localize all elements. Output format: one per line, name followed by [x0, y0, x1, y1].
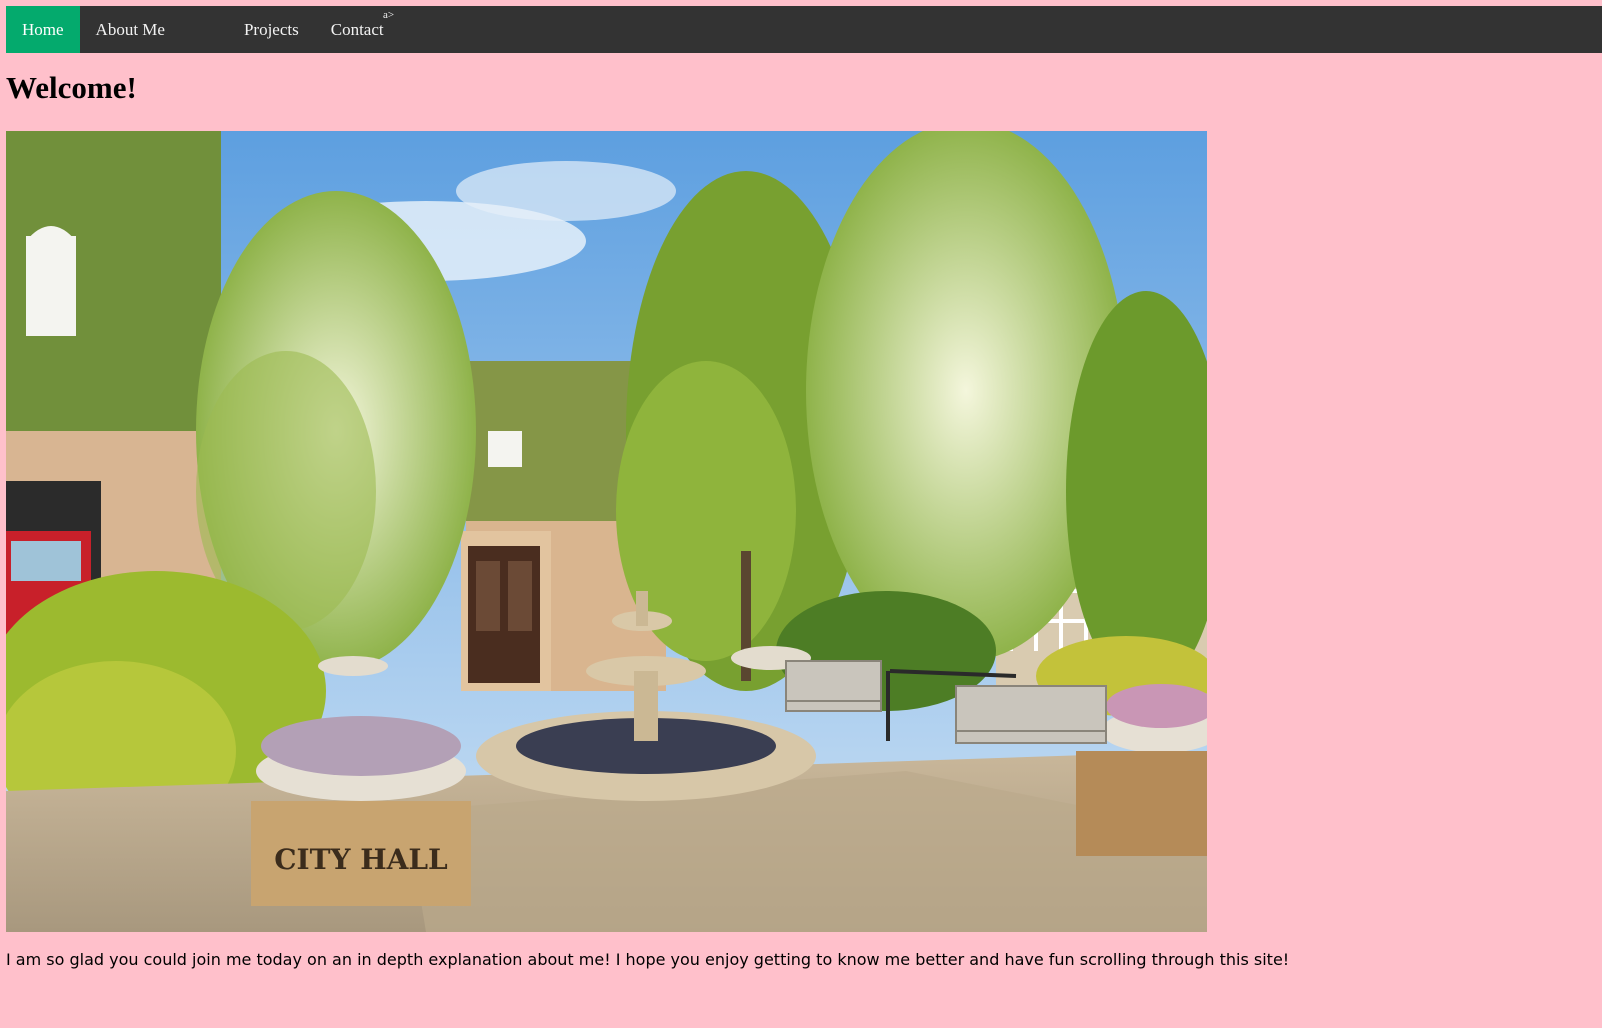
- intro-paragraph: I am so glad you could join me today on …: [6, 950, 1290, 969]
- nav-about-me-link[interactable]: About Me: [80, 6, 181, 53]
- top-navigation-bar: Home About Me Projects Contact a>: [6, 6, 1602, 53]
- stray-markup-text: a>: [383, 9, 395, 21]
- nav-projects-link[interactable]: Projects: [228, 6, 315, 53]
- page: Home About Me Projects Contact a> Welcom…: [0, 0, 1602, 1028]
- page-title: Welcome!: [6, 70, 137, 105]
- city-hall-courtyard-photo: CITY HALL: [6, 131, 1207, 932]
- city-hall-sign-text: CITY HALL: [274, 843, 448, 876]
- nav-home-link[interactable]: Home: [6, 6, 80, 53]
